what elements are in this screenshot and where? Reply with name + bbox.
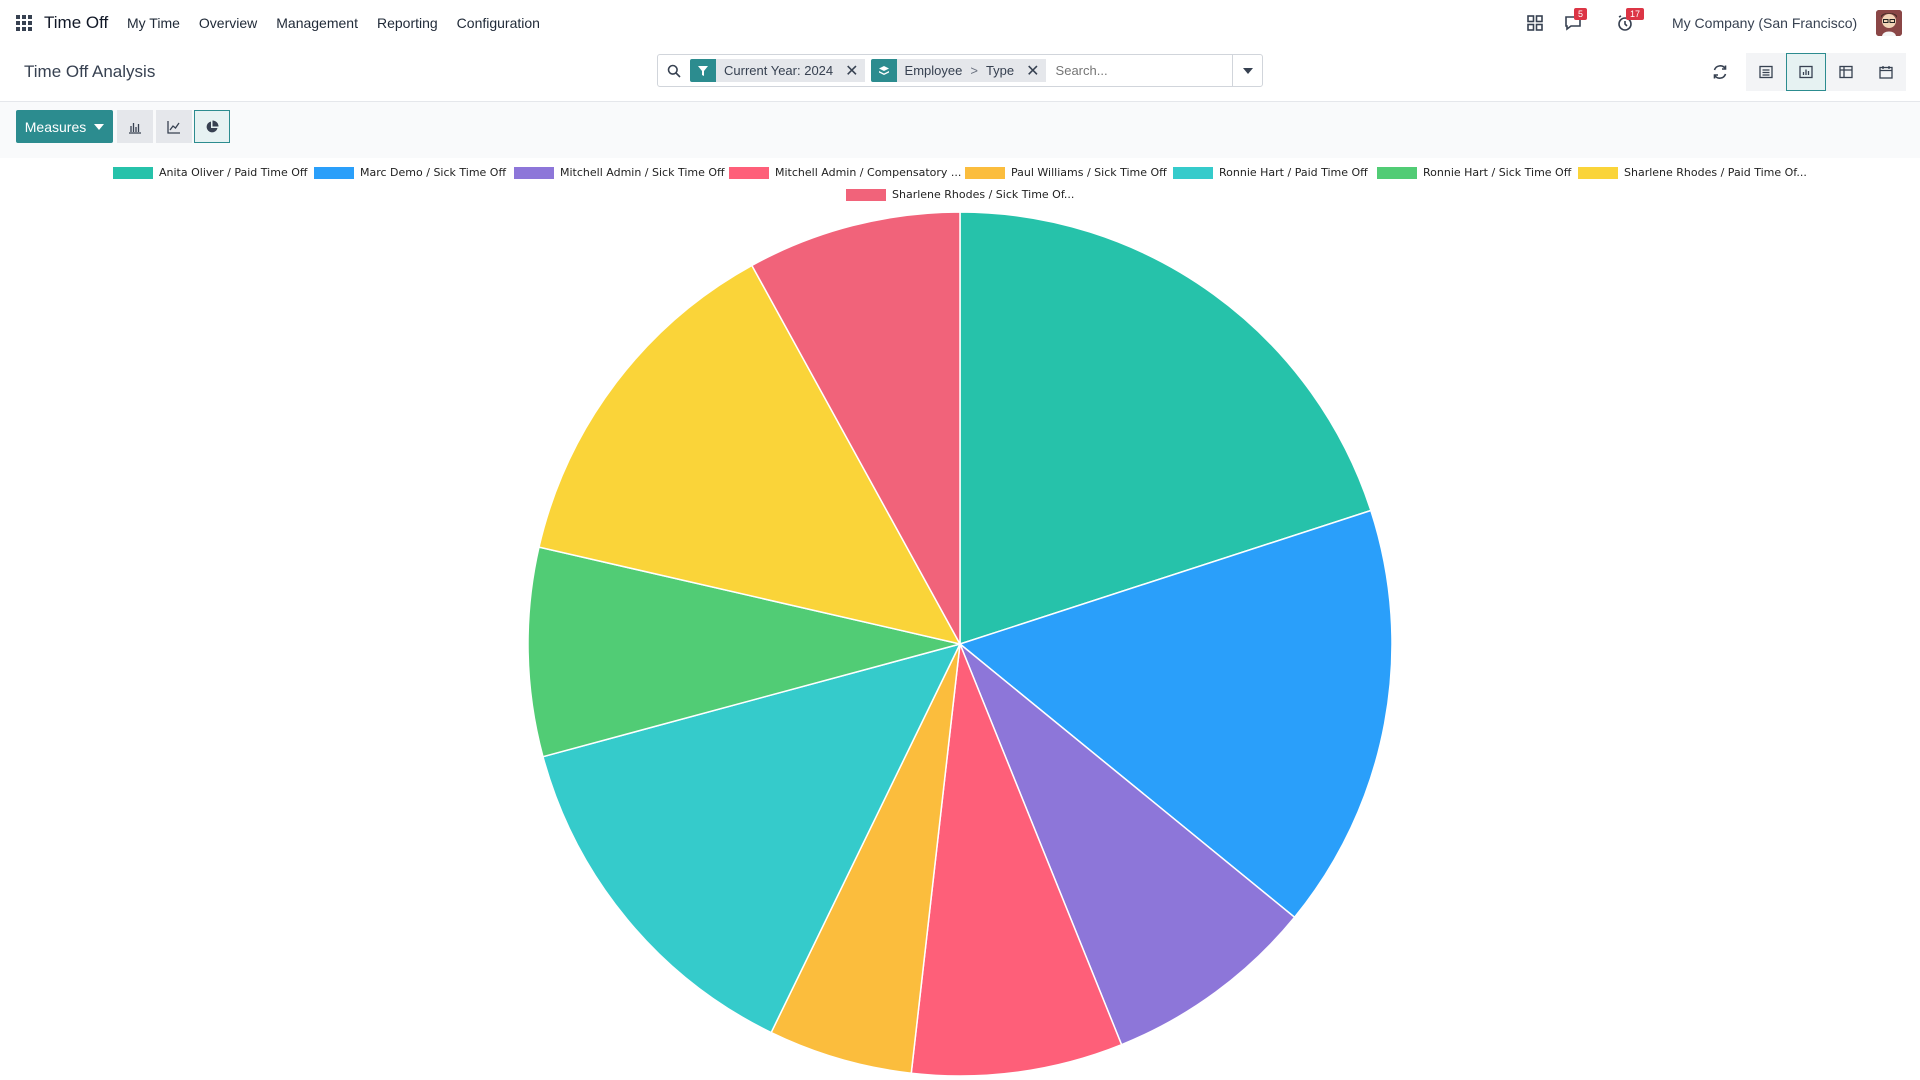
search-bar: Current Year: 2024 ✕ Employee > Type ✕ [657,54,1263,87]
page-title: Time Off Analysis [24,62,156,81]
messages-badge: 5 [1574,8,1588,20]
pivot-view-button[interactable] [1826,53,1866,91]
menu-item-configuration[interactable]: Configuration [457,15,540,31]
legend-item[interactable]: Mitchell Admin / Sick Time Off [514,166,725,179]
legend-label: Paul Williams / Sick Time Off [1011,166,1167,179]
legend-label: Ronnie Hart / Paid Time Off [1219,166,1368,179]
legend-item[interactable]: Ronnie Hart / Paid Time Off [1173,166,1368,179]
messages-icon[interactable]: 5 [1563,8,1588,33]
list-view-button[interactable] [1746,53,1786,91]
refresh-icon[interactable] [1710,62,1730,82]
legend-swatch [514,166,554,179]
graph-view-button[interactable] [1786,53,1826,91]
legend-label: Mitchell Admin / Sick Time Off [560,166,725,179]
app-menu-icon[interactable] [16,15,32,31]
main-menu: My Time Overview Management Reporting Co… [127,15,540,31]
control-panel: Time Off Analysis Current Year: 2024 ✕ E… [0,46,1920,102]
legend-label: Mitchell Admin / Compensatory ... [775,166,962,179]
legend-item[interactable]: Mitchell Admin / Compensatory ... [729,166,961,179]
legend-label: Ronnie Hart / Sick Time Off [1423,166,1572,179]
remove-filter-icon[interactable]: ✕ [845,61,858,81]
legend-label: Sharlene Rhodes / Paid Time Of... [1624,166,1807,179]
search-icon[interactable] [658,55,690,86]
pie-chart [527,211,1393,1077]
menu-item-my-time[interactable]: My Time [127,15,180,31]
line-chart-button[interactable] [156,110,192,143]
filter-facet: Current Year: 2024 ✕ [690,59,865,82]
legend-item[interactable]: Paul Williams / Sick Time Off [965,166,1167,179]
search-input[interactable] [1051,56,1252,85]
group-by-icon [870,59,897,82]
switch-app-icon[interactable] [1525,13,1545,33]
view-switcher [1746,53,1906,91]
activities-badge: 17 [1626,8,1645,20]
legend-swatch [965,166,1005,179]
pie-chart-icon [206,120,219,132]
legend-swatch [113,166,153,179]
legend-swatch [1377,166,1417,179]
menu-item-management[interactable]: Management [276,15,358,31]
company-switcher[interactable]: My Company (San Francisco) [1672,15,1857,31]
bar-chart-button[interactable] [117,110,153,143]
remove-groupby-icon[interactable]: ✕ [1026,61,1039,81]
legend-swatch [846,188,886,201]
menu-item-reporting[interactable]: Reporting [377,15,438,31]
chevron-down-icon [1242,67,1253,74]
legend-label: Anita Oliver / Paid Time Off [159,166,308,179]
search-options-toggle[interactable] [1232,55,1262,86]
top-navbar: Time Off My Time Overview Management Rep… [0,0,1920,46]
groupby-facet-value-employee: Employee [904,63,963,78]
avatar[interactable] [1876,10,1902,36]
legend-item[interactable]: Marc Demo / Sick Time Off [314,166,506,179]
pie-chart-button[interactable] [194,110,230,143]
measures-dropdown-button[interactable]: Measures [16,110,113,143]
groupby-facet-value-type: Type [985,63,1015,78]
bar-chart-icon [129,122,141,134]
menu-item-overview[interactable]: Overview [199,15,257,31]
activities-icon[interactable]: 17 [1615,8,1645,33]
legend-swatch [1578,166,1618,179]
legend-item[interactable]: Anita Oliver / Paid Time Off [113,166,307,179]
legend-swatch [729,166,769,179]
legend-item[interactable]: Ronnie Hart / Sick Time Off [1377,166,1571,179]
groupby-facet: Employee > Type ✕ [870,59,1046,82]
legend-item[interactable]: Sharlene Rhodes / Paid Time Of... [1578,166,1807,179]
legend-swatch [314,166,354,179]
filter-icon [690,59,716,82]
legend-swatch [1173,166,1213,179]
graph-toolbar: Measures [0,102,1920,158]
calendar-view-button[interactable] [1866,53,1906,91]
groupby-separator: > [970,63,978,78]
line-chart-icon [167,120,180,134]
caret-down-icon [94,123,105,130]
app-name[interactable]: Time Off [44,13,108,33]
filter-facet-value: Current Year: 2024 [724,63,834,78]
legend-label: Marc Demo / Sick Time Off [360,166,507,179]
measures-label: Measures [24,118,87,135]
